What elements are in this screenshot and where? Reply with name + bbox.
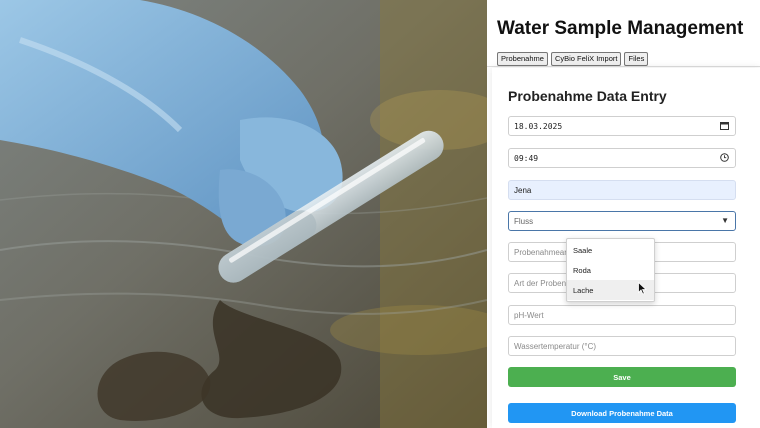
sample-type-placeholder: Art der Proben <box>514 278 567 288</box>
water-temp-placeholder: Wassertemperatur (°C) <box>514 341 597 351</box>
river-select[interactable]: Fluss ▼ <box>508 211 736 231</box>
probenahme-form: Probenahme Data Entry 18.03.2025 09:49 J… <box>492 68 760 428</box>
calendar-icon[interactable] <box>720 121 729 133</box>
dropdown-option-saale[interactable]: Saale <box>567 240 654 260</box>
tab-files[interactable]: Files <box>624 52 649 66</box>
location-value: Jena <box>514 185 532 195</box>
ph-placeholder: pH-Wert <box>514 310 544 320</box>
tab-bar: Probenahme CyBio FeliX Import Files <box>497 52 649 66</box>
sampler-placeholder: Probenahmear <box>514 247 567 257</box>
time-input[interactable]: 09:49 <box>508 148 736 168</box>
clock-icon[interactable] <box>720 153 729 165</box>
hero-photo <box>0 0 487 428</box>
app-panel: Water Sample Management Probenahme CyBio… <box>487 0 760 428</box>
app-title: Water Sample Management <box>497 18 744 39</box>
date-input[interactable]: 18.03.2025 <box>508 116 736 136</box>
dropdown-option-roda[interactable]: Roda <box>567 260 654 280</box>
tab-cybio-felix-import[interactable]: CyBio FeliX Import <box>550 52 622 66</box>
water-temp-input[interactable]: Wassertemperatur (°C) <box>508 336 736 356</box>
time-value: 09:49 <box>514 153 539 163</box>
tab-probenahme[interactable]: Probenahme <box>497 52 548 66</box>
ph-input[interactable]: pH-Wert <box>508 305 736 325</box>
river-select-value: Fluss <box>514 216 534 226</box>
location-input[interactable]: Jena <box>508 180 736 200</box>
save-button[interactable]: Save <box>508 367 736 387</box>
divider <box>487 66 760 67</box>
date-value: 18.03.2025 <box>514 121 563 131</box>
form-title: Probenahme Data Entry <box>508 88 667 104</box>
caret-down-icon: ▼ <box>721 216 729 225</box>
download-button[interactable]: Download Probenahme Data <box>508 403 736 423</box>
mouse-cursor-icon <box>638 281 648 300</box>
